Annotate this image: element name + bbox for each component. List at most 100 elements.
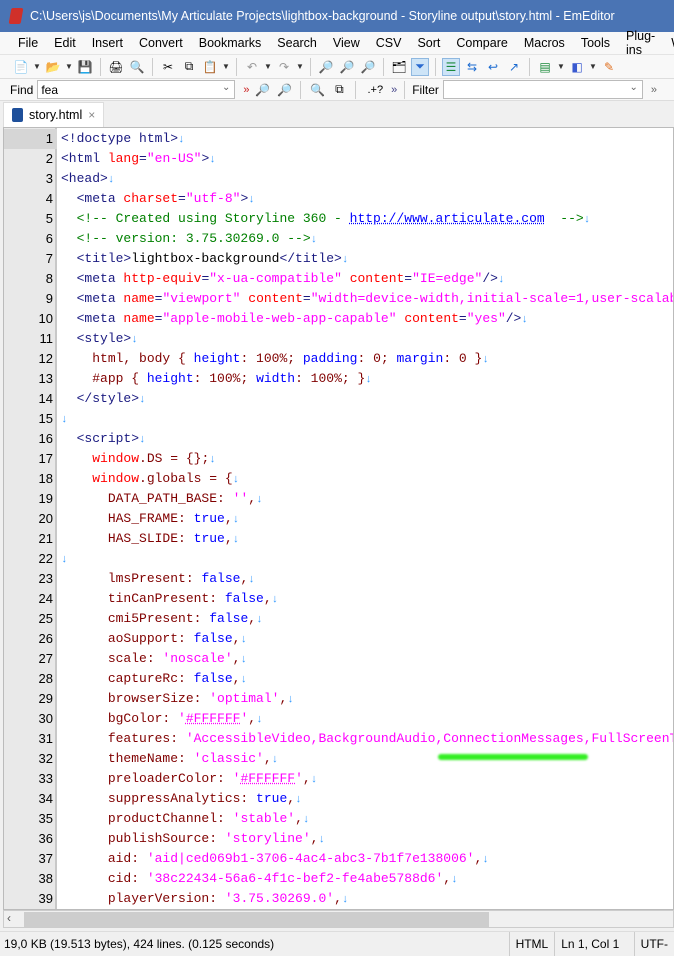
find-previous-icon[interactable]: 🔎 — [359, 58, 377, 76]
plugin-icon[interactable]: ◧ — [568, 58, 586, 76]
code-line: 19 DATA_PATH_BASE: '',↓ — [4, 489, 673, 509]
line-number: 13 — [38, 371, 53, 386]
chevron-down-icon[interactable]: ▼ — [296, 62, 304, 71]
more-options-icon[interactable]: » — [391, 84, 397, 96]
close-tab-icon[interactable]: × — [88, 108, 95, 122]
code-token: <title> — [76, 251, 132, 266]
menu-item-wi[interactable]: Wi — [663, 36, 674, 50]
code-line: 27 scale: 'noscale',↓ — [4, 649, 673, 669]
line-end-icon: ↓ — [482, 354, 489, 366]
chevron-down-icon[interactable]: ▼ — [65, 62, 73, 71]
chevron-down-icon[interactable]: ⌄ — [629, 82, 637, 93]
line-text: <script>↓ — [57, 429, 146, 449]
tab-story-html[interactable]: story.html × — [3, 102, 105, 127]
separator — [152, 57, 153, 76]
code-line: 28 captureRc: false,↓ — [4, 669, 673, 689]
syntax-mode[interactable]: HTML — [508, 932, 555, 956]
line-end-icon: ↓ — [240, 654, 248, 666]
code-token: html, body { — [92, 351, 194, 366]
menu-item-tools[interactable]: Tools — [573, 36, 618, 50]
copy-icon[interactable]: ⧉ — [180, 58, 198, 76]
find-input[interactable]: fea ⌄ — [37, 80, 236, 99]
menu-item-search[interactable]: Search — [269, 36, 325, 50]
find-icon[interactable]: 🔎 — [317, 58, 335, 76]
cursor-position[interactable]: Ln 1, Col 1 — [554, 932, 633, 956]
menu-item-compare[interactable]: Compare — [448, 36, 515, 50]
wrap-by-chars-icon[interactable]: ⇆ — [463, 58, 481, 76]
code-token: DATA_PATH_BASE: — [107, 491, 233, 506]
code-token: #FFFFFF — [185, 711, 241, 726]
menu-item-csv[interactable]: CSV — [368, 36, 410, 50]
scrollbar-thumb[interactable] — [24, 912, 489, 927]
find-icon[interactable]: 🔍 — [308, 81, 326, 99]
code-token: "yes" — [466, 311, 506, 326]
menu-item-convert[interactable]: Convert — [131, 36, 191, 50]
menu-item-edit[interactable]: Edit — [46, 36, 84, 50]
menu-item-bookmarks[interactable]: Bookmarks — [191, 36, 270, 50]
print-preview-icon[interactable]: 🔍 — [128, 58, 146, 76]
wrap-by-window-icon[interactable]: ↩ — [484, 58, 502, 76]
code-line: 16 <script>↓ — [4, 429, 673, 449]
cut-icon[interactable]: ✂ — [159, 58, 177, 76]
code-token: http-equiv — [123, 271, 202, 286]
chevron-down-icon[interactable]: ⌄ — [222, 82, 230, 93]
menu-item-sort[interactable]: Sort — [409, 36, 448, 50]
line-text: <!doctype html>↓ — [57, 129, 185, 149]
line-text: <meta name = "apple-mobile-web-app-capable… — [57, 309, 528, 329]
undo-icon[interactable]: ↶ — [243, 58, 261, 76]
text-editor[interactable]: 1 <!doctype html>↓ 2 <html lang="en-US">↓ 3 <… — [3, 127, 674, 910]
find-all-icon[interactable]: ⧉ — [330, 81, 348, 99]
menu-item-view[interactable]: View — [325, 36, 368, 50]
horizontal-scrollbar[interactable]: ‹ — [3, 910, 674, 928]
code-token: <!doctype html> — [61, 131, 179, 146]
menu-item-macros[interactable]: Macros — [516, 36, 573, 50]
code-token: <script> — [76, 431, 140, 446]
code-token: <meta — [76, 191, 124, 206]
chevron-down-icon[interactable]: ▼ — [222, 62, 230, 71]
chevron-down-icon[interactable]: ▼ — [264, 62, 272, 71]
code-token: ' — [295, 771, 303, 786]
line-text: captureRc: false,↓ — [57, 669, 247, 689]
line-end-icon: ↓ — [451, 874, 458, 886]
code-token: : 100%; } — [295, 371, 366, 386]
save-icon[interactable]: 💾 — [76, 58, 94, 76]
encoding[interactable]: UTF- — [633, 932, 674, 956]
code-token: cmi5Present: — [107, 611, 210, 626]
more-options-icon[interactable]: » — [651, 84, 657, 96]
menu-item-file[interactable]: File — [10, 36, 46, 50]
chevron-down-icon[interactable]: ▼ — [33, 62, 41, 71]
print-icon[interactable]: 🖨 — [107, 58, 125, 76]
open-folder-icon[interactable]: 📂 — [44, 58, 62, 76]
word-wrap-icon[interactable]: ☰ — [442, 57, 460, 76]
wrap-by-page-icon[interactable]: ↗ — [505, 58, 523, 76]
redo-icon[interactable]: ↷ — [275, 58, 293, 76]
menu-item-insert[interactable]: Insert — [84, 36, 131, 50]
new-file-icon[interactable]: 📄 — [12, 58, 30, 76]
menu-item-plugins[interactable]: Plug-ins — [618, 29, 663, 57]
find-previous-icon[interactable]: 🔎 — [275, 81, 293, 99]
more-options-icon[interactable]: » — [243, 84, 249, 96]
find-next-icon[interactable]: 🔎 — [338, 58, 356, 76]
code-token: false — [209, 611, 249, 626]
line-text: <meta name="viewport" content="width=dev… — [57, 289, 673, 309]
filter-input[interactable]: ⌄ — [442, 80, 643, 99]
chevron-down-icon[interactable]: ▼ — [589, 62, 597, 71]
line-end-icon: ↓ — [61, 414, 68, 426]
chevron-down-icon[interactable]: ▼ — [557, 62, 565, 71]
code-token: aid: — [107, 851, 147, 866]
code-area[interactable]: 1 <!doctype html>↓ 2 <html lang="en-US">↓ 3 <… — [4, 129, 673, 909]
filter-icon[interactable]: ⏷ — [411, 57, 429, 76]
paste-icon[interactable]: 📋 — [201, 58, 219, 76]
outline-icon[interactable]: ▤ — [536, 58, 554, 76]
regex-toggle[interactable]: .+? — [363, 84, 387, 96]
scroll-left-icon[interactable]: ‹ — [7, 911, 11, 925]
code-token: , — [334, 891, 342, 906]
find-in-files-icon[interactable]: 🗂 — [390, 58, 408, 76]
find-next-icon[interactable]: 🔎 — [253, 81, 271, 99]
spell-check-icon[interactable]: ✎ — [600, 58, 618, 76]
